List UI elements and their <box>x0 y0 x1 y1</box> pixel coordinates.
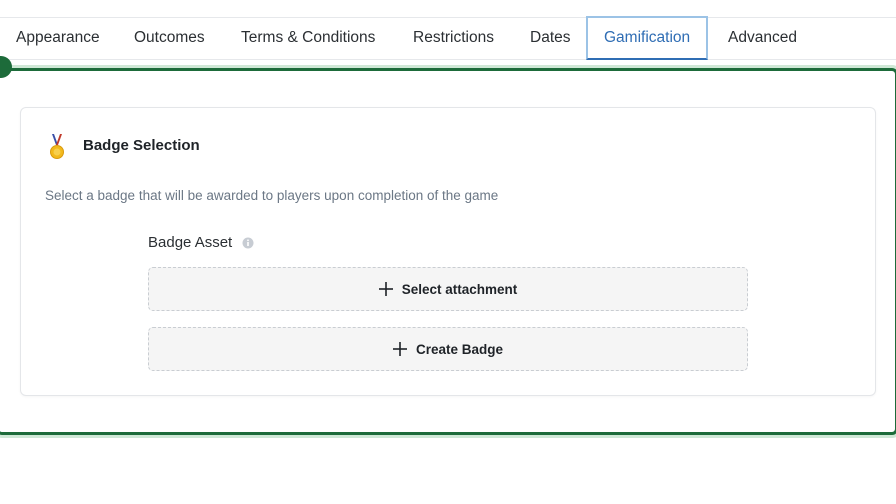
select-attachment-label: Select attachment <box>401 281 518 297</box>
medal-icon <box>50 134 64 159</box>
tab-restrictions[interactable]: Restrictions <box>413 18 494 60</box>
card-title: Badge Selection <box>83 137 200 154</box>
tab-gamification[interactable]: Gamification <box>586 16 709 60</box>
create-badge-button[interactable]: Create Badge <box>148 327 748 371</box>
card-description: Select a badge that will be awarded to p… <box>45 188 499 203</box>
tab-advanced[interactable]: Advanced <box>728 18 797 60</box>
tab-outcomes[interactable]: Outcomes <box>134 18 205 60</box>
tab-bar: Appearance Outcomes Terms & Conditions R… <box>0 16 896 60</box>
tab-dates[interactable]: Dates <box>530 18 571 60</box>
plus-icon <box>378 282 393 296</box>
tab-appearance[interactable]: Appearance <box>16 18 100 60</box>
create-badge-label: Create Badge <box>415 341 504 357</box>
select-attachment-button[interactable]: Select attachment <box>148 267 748 311</box>
info-icon[interactable] <box>242 237 254 249</box>
badge-asset-label: Badge Asset <box>148 234 233 251</box>
tab-terms-conditions[interactable]: Terms & Conditions <box>241 18 375 60</box>
plus-icon <box>392 342 407 356</box>
